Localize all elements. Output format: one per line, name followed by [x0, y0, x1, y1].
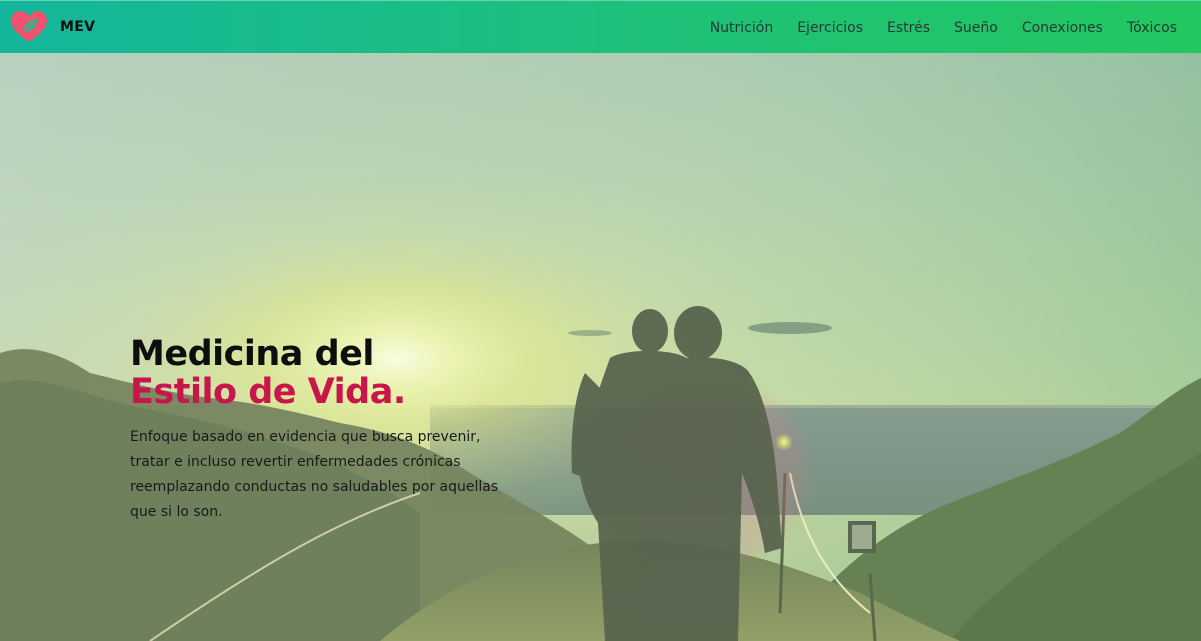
brand[interactable]: MEV [10, 10, 95, 44]
nav-link-ejercicios[interactable]: Ejercicios [797, 20, 863, 36]
hero-description: Enfoque basado en evidencia que busca pr… [130, 429, 499, 520]
nav-link-nutricion[interactable]: Nutrición [710, 20, 774, 36]
heart-leaf-icon [11, 11, 47, 42]
hero-title-line1: Medicina del [130, 334, 374, 374]
nav-link-sueno[interactable]: Sueño [954, 20, 998, 36]
hero-title-line2: Estilo de Vida. [130, 372, 406, 412]
hero-text-block: Medicina del Estilo de Vida. Enfoque bas… [130, 335, 530, 525]
nav-link-conexiones[interactable]: Conexiones [1022, 20, 1103, 36]
hero-title: Medicina del Estilo de Vida. [130, 335, 530, 411]
brand-name: MEV [60, 19, 96, 35]
nav-link-estres[interactable]: Estrés [887, 20, 930, 36]
nav-link-toxicos[interactable]: Tóxicos [1127, 20, 1177, 36]
hero-section: Medicina del Estilo de Vida. Enfoque bas… [0, 53, 1201, 641]
top-navbar: MEV Nutrición Ejercicios Estrés Sueño Co… [0, 0, 1201, 53]
nav-links: Nutrición Ejercicios Estrés Sueño Conexi… [710, 1, 1177, 54]
